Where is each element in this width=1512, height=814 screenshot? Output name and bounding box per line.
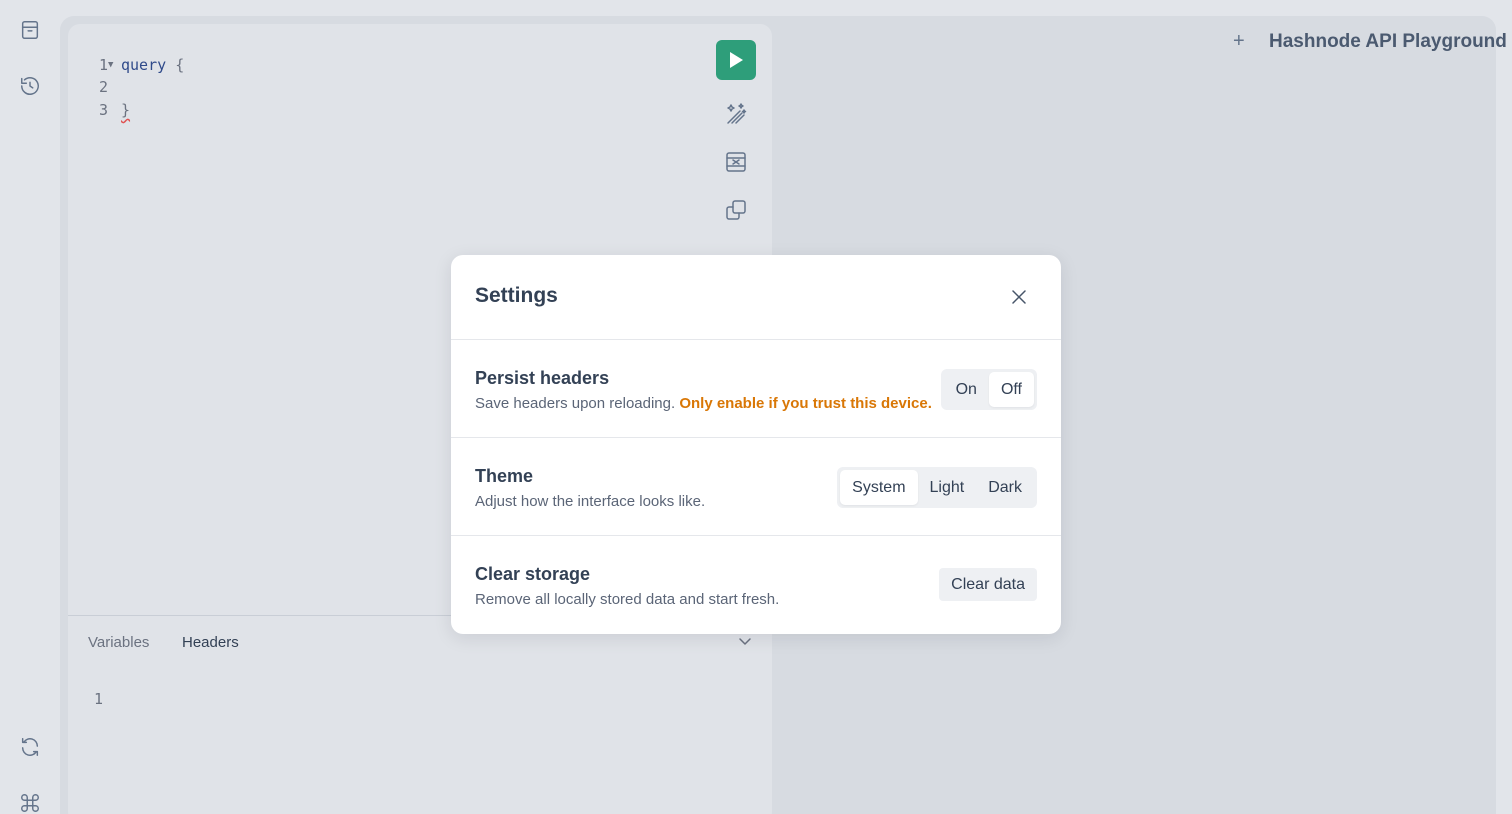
option-light[interactable]: Light — [918, 470, 977, 505]
option-dark[interactable]: Dark — [976, 470, 1034, 505]
row-title: Theme — [475, 466, 534, 486]
tab-headers[interactable]: Headers — [182, 634, 239, 651]
row-title: Persist headers — [475, 368, 610, 388]
chevron-down-icon[interactable] — [736, 633, 754, 651]
brace: } — [121, 101, 131, 119]
dialog-header: Settings — [451, 255, 1061, 340]
refresh-icon[interactable] — [18, 735, 42, 759]
clear-storage-row: Clear storage Remove all locally stored … — [451, 536, 1061, 634]
theme-row: Theme Adjust how the interface looks lik… — [451, 438, 1061, 536]
clear-data-button[interactable]: Clear data — [939, 568, 1037, 601]
row-description: Adjust how the interface looks like. — [475, 493, 706, 510]
option-system[interactable]: System — [840, 470, 918, 505]
line-number: 2 — [98, 78, 108, 96]
code-text: query { — [121, 54, 184, 76]
variables-headers-pane: Variables Headers 1 — [68, 615, 772, 814]
option-on[interactable]: On — [944, 372, 989, 407]
description-text: Save headers upon reloading. — [475, 395, 676, 412]
play-icon — [730, 52, 743, 68]
dialog-title: Settings — [475, 284, 558, 307]
run-query-button[interactable] — [716, 40, 756, 80]
option-off[interactable]: Off — [988, 372, 1034, 407]
history-icon[interactable] — [18, 74, 42, 98]
row-description: Remove all locally stored data and start… — [475, 591, 780, 608]
close-icon — [1012, 290, 1026, 304]
merge-icon[interactable] — [724, 150, 748, 174]
theme-selector: System Light Dark — [837, 467, 1037, 508]
line-number: 1 — [94, 690, 104, 708]
row-title: Clear storage — [475, 564, 591, 584]
persist-headers-toggle: On Off — [940, 369, 1037, 410]
warning-text: Only enable if you trust this device. — [679, 395, 932, 412]
close-button[interactable] — [1009, 287, 1029, 307]
keyword: query — [121, 56, 167, 74]
row-description: Save headers upon reloading. Only enable… — [475, 395, 932, 412]
add-tab-button[interactable]: + — [1233, 30, 1245, 53]
persist-headers-row: Persist headers Save headers upon reload… — [451, 340, 1061, 438]
command-icon[interactable] — [18, 791, 42, 814]
line-number: 3 — [98, 101, 108, 119]
brace: { — [175, 56, 185, 74]
line-number: 1 — [98, 56, 108, 74]
copy-icon[interactable] — [724, 198, 748, 222]
settings-dialog: Settings Persist headers Save headers up… — [451, 255, 1061, 634]
tab-variables[interactable]: Variables — [88, 634, 149, 651]
fold-arrow-icon[interactable]: ▼ — [108, 54, 113, 76]
prettify-icon[interactable] — [724, 102, 748, 126]
archive-icon[interactable] — [18, 18, 42, 42]
page-title: Hashnode API Playground — [1269, 31, 1507, 52]
